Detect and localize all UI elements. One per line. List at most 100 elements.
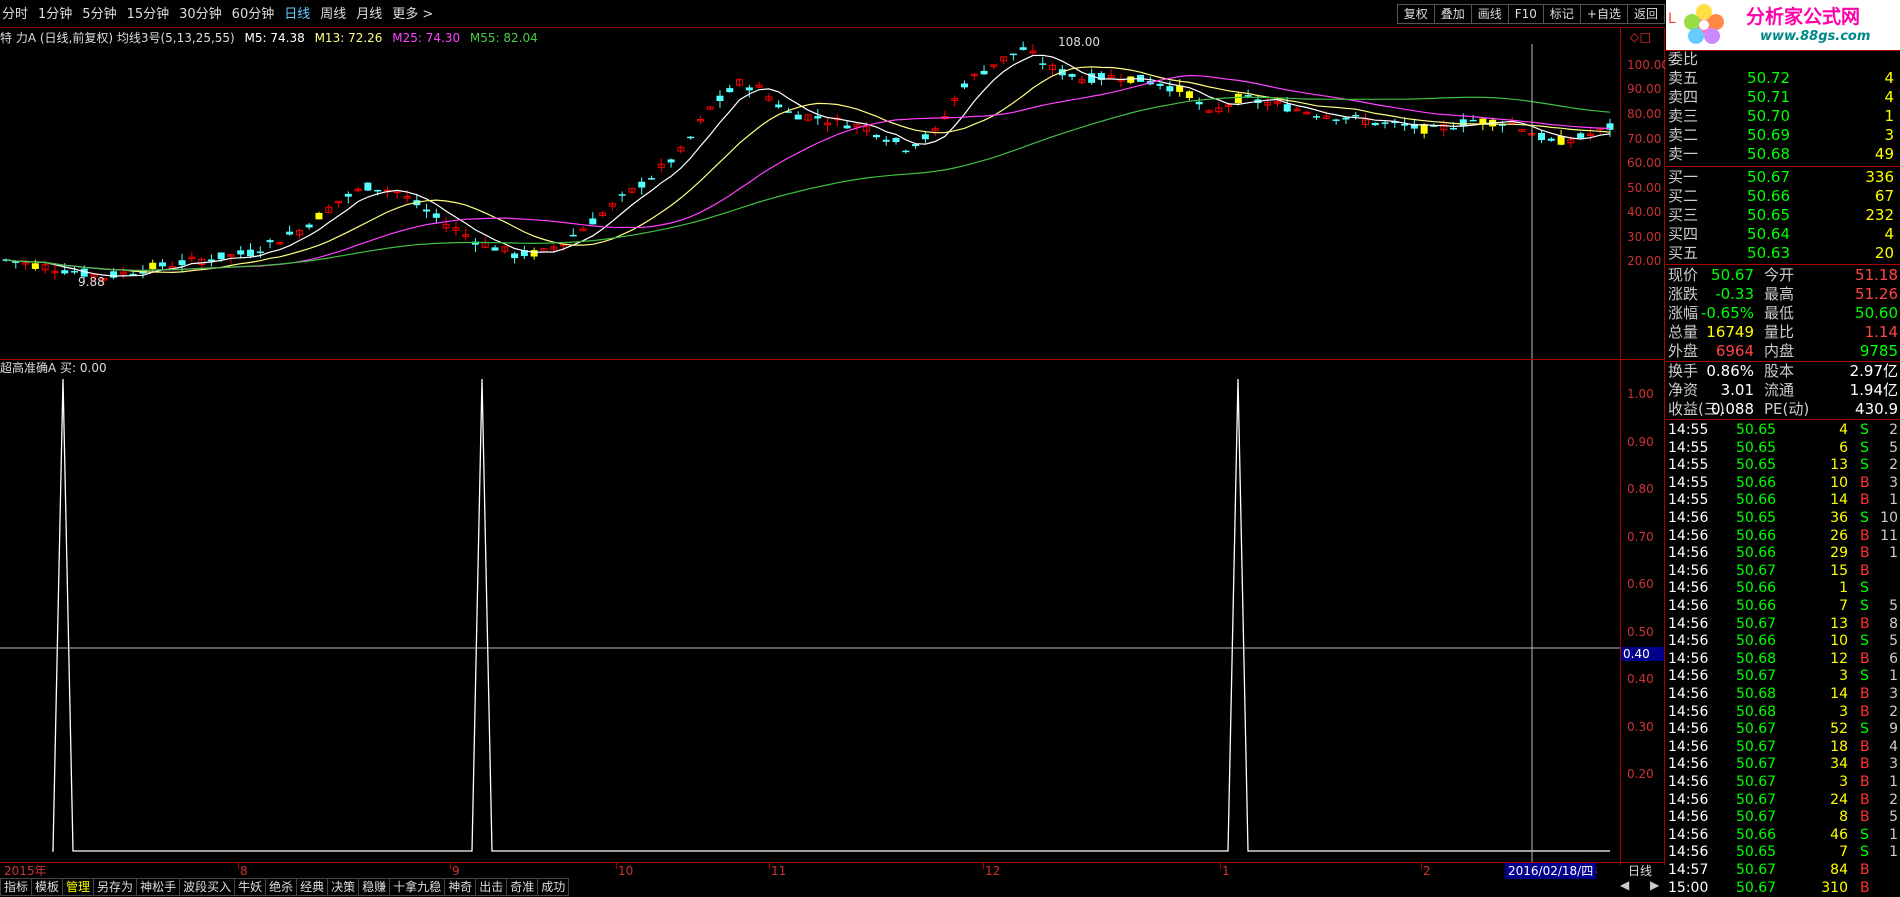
candle-body [716,95,724,102]
quote-price: 50.68 [1747,145,1790,163]
period-tab-8[interactable]: 月线 [356,7,382,22]
tool-button-5[interactable]: +自选 [1579,4,1628,24]
bottom-tab-9[interactable]: 决策 [327,878,360,896]
tick-count: 1 [1889,826,1898,843]
tick-price: 50.65 [1736,439,1777,456]
tick-row: 14:56 50.68 12 B 6 [1666,650,1900,668]
bottom-tab-6[interactable]: 牛妖 [234,878,267,896]
indicator-axis-label: 1.00 [1627,387,1654,401]
candle-body [589,218,597,225]
candles [2,41,1614,286]
tick-volume: 310 [1821,879,1848,896]
tick-row: 14:56 50.68 14 B 3 [1666,685,1900,703]
indicator-axis-label: 0.50 [1627,625,1654,639]
period-tab-7[interactable]: 周线 [320,7,346,22]
signal-line [52,378,1610,852]
quote-volume: 4 [1884,88,1894,106]
stat-value: 9785 [1859,342,1898,360]
candle-body [872,134,880,138]
bottom-tab-7[interactable]: 绝杀 [265,878,298,896]
tick-time: 14:56 [1668,686,1709,702]
tool-button-1[interactable]: 叠加 [1433,4,1472,24]
bottom-tab-13[interactable]: 出击 [475,878,508,896]
tick-side: S [1860,580,1869,597]
tick-row: 14:56 50.67 24 B 2 [1666,791,1900,809]
tick-time: 14:56 [1668,738,1709,755]
next-icon[interactable]: ▶ [1650,879,1659,891]
candle-body [423,209,431,212]
low-price-label: 9.88 [78,275,105,289]
fundamental-row: 净资 3.01 流通 1.94亿 [1666,381,1900,400]
candle-body [1068,74,1076,77]
tick-volume: 14 [1830,492,1848,509]
tick-count: 8 [1889,615,1898,632]
quote-row: 卖一 50.68 49 [1666,145,1900,164]
stat-value: -0.33 [1715,285,1754,303]
bottom-tab-4[interactable]: 神松手 [136,878,181,896]
tick-side: B [1860,809,1870,826]
bottom-tab-1[interactable]: 模板 [31,878,64,896]
tool-button-6[interactable]: 返回 [1626,4,1665,24]
tick-time: 14:56 [1668,650,1709,667]
bottom-tab-8[interactable]: 经典 [296,878,329,896]
period-tab-0[interactable]: 分时 [2,7,28,22]
tick-side: B [1860,545,1870,562]
period-tab-6[interactable]: 日线 [284,7,310,22]
tool-button-3[interactable]: F10 [1507,4,1544,24]
period-tab-9[interactable]: 更多 > [392,7,433,22]
tick-time: 14:56 [1668,615,1709,632]
period-tab-5[interactable]: 60分钟 [232,7,275,22]
tool-button-0[interactable]: 复权 [1396,4,1435,24]
tick-time: 14:56 [1668,774,1709,790]
indicator-chart[interactable] [0,360,1620,865]
tick-side: S [1860,598,1869,614]
tick-count: 2 [1889,703,1898,720]
candle-body [374,189,382,192]
bottom-tab-10[interactable]: 稳赚 [358,878,391,896]
tick-price: 50.67 [1736,774,1777,790]
tick-row: 14:55 50.65 13 S 2 [1666,456,1900,474]
period-tab-1[interactable]: 1分钟 [38,7,72,22]
bottom-tab-2[interactable]: 管理 [62,878,95,896]
stat-row: 涨跌 -0.33 最高 51.26 [1666,285,1900,304]
tick-volume: 3 [1839,668,1848,685]
tick-price: 50.67 [1736,562,1777,579]
tick-time: 14:56 [1668,562,1709,579]
period-tag: 日线 [1628,864,1653,878]
tick-time: 14:55 [1668,492,1709,509]
tick-price: 50.65 [1736,457,1777,474]
bottom-tab-14[interactable]: 奇准 [506,878,539,896]
tick-count: 5 [1889,809,1898,826]
price-axis-label: 20.00 [1627,254,1662,268]
bottom-tab-3[interactable]: 另存为 [93,878,138,896]
bottom-tab-0[interactable]: 指标 [0,878,33,896]
tool-button-4[interactable]: 标记 [1542,4,1581,24]
tick-volume: 7 [1839,844,1848,861]
stat-value: 1.14 [1864,323,1898,341]
bottom-tab-12[interactable]: 神奇 [444,878,477,896]
bottom-tab-15[interactable]: 成功 [537,878,570,896]
quote-label: 卖二 [1668,126,1699,144]
ma5-line [5,54,1611,277]
top-toolbar: 分时 1分钟 5分钟 15分钟 30分钟 60分钟 日线 周线 月线 更多 > 复权 叠加 画线 F10… [0,0,1665,44]
period-tab-2[interactable]: 5分钟 [82,7,116,22]
date-axis-label: 11 [771,864,787,878]
bottom-tab-5[interactable]: 波段买入 [179,878,236,896]
bottom-tabs: 指标 模板 管理 另存为 神松手 波段买入 牛妖 绝杀 经典 决策 稳赚 十拿九稳 神奇 出击 奇准 成功 [0,877,1665,897]
quote-label: 卖四 [1668,88,1699,106]
tool-button-2[interactable]: 画线 [1470,4,1509,24]
bottom-tab-11[interactable]: 十拿九稳 [389,878,446,896]
quote-row: 卖二 50.69 3 [1666,126,1900,145]
quote-price: 50.70 [1747,107,1790,125]
period-tab-4[interactable]: 30分钟 [179,7,222,22]
candle-body [980,70,988,75]
candlestick-chart[interactable]: 108.00 9.88 [0,28,1620,359]
period-tab-3[interactable]: 15分钟 [127,7,170,22]
tick-count: 1 [1889,492,1898,509]
indicator-axis-label: 0.80 [1627,482,1654,496]
prev-icon[interactable]: ◀ [1620,879,1629,891]
tick-price: 50.67 [1736,756,1777,773]
site-logo: 分析家公式网 www.88gs.com L [1666,0,1900,50]
candle-body [158,262,166,267]
tick-volume: 4 [1839,422,1848,438]
